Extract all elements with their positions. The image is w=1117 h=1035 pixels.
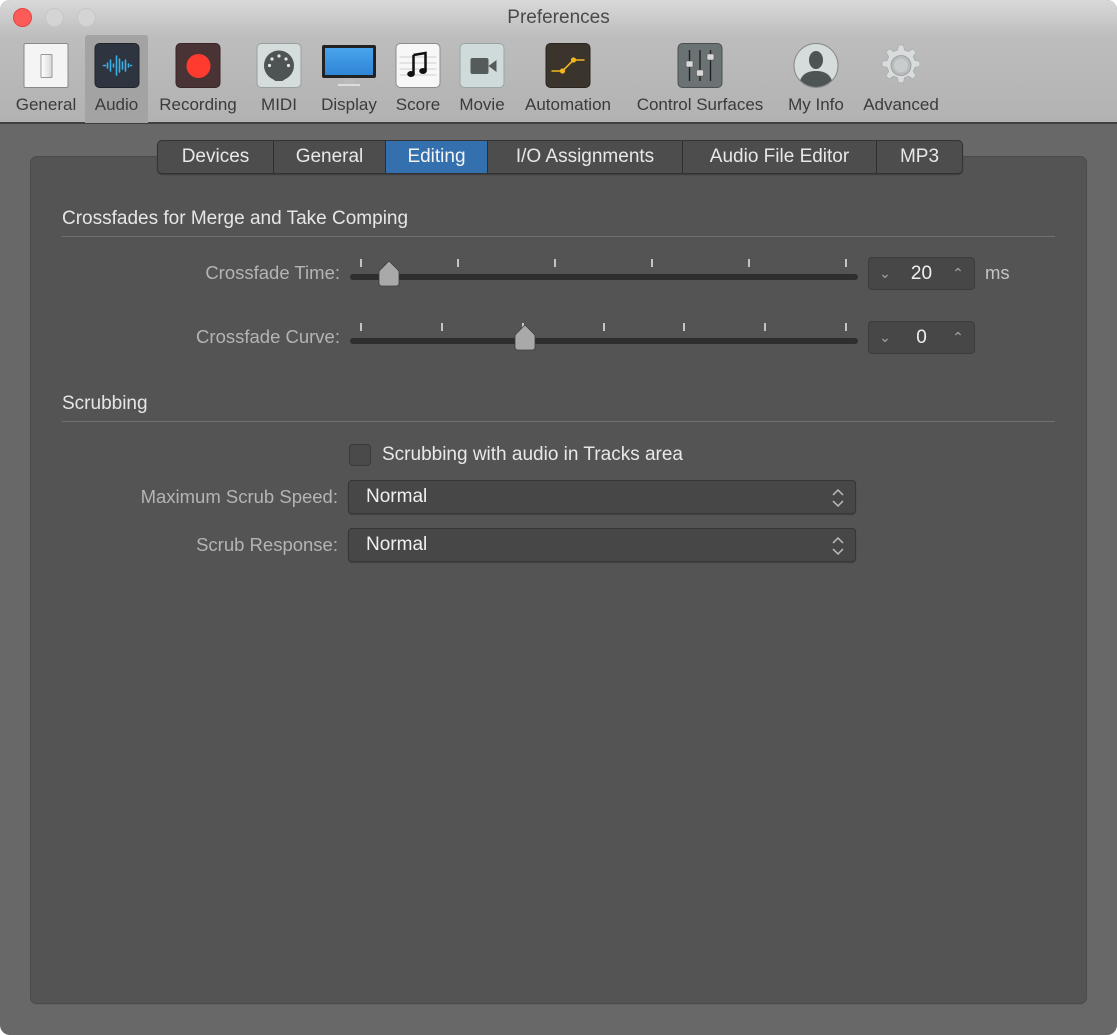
general-switch-icon [23,43,69,88]
toolbar-label: Display [321,95,377,114]
crossfade-curve-value[interactable]: 0 [897,322,946,353]
crossfade-curve-label: Crossfade Curve: [196,326,340,347]
section-divider [62,236,1055,237]
scrub-response-label: Scrub Response: [196,534,338,555]
toolbar-label: Audio [94,95,139,114]
up-down-chevron-icon [832,488,844,508]
slider-tick [651,259,653,267]
toolbar-label: Recording [159,95,237,114]
toolbar-label: MIDI [261,95,297,114]
toolbar-label: My Info [788,95,844,114]
toolbar-label: Score [395,95,441,114]
slider-tick [748,259,750,267]
toolbar-label: General [15,95,77,114]
audio-waveform-icon [94,43,139,88]
max-scrub-speed-popup[interactable]: Normal [348,480,856,514]
toolbar-label: Advanced [863,95,939,114]
faders-icon [677,43,723,88]
slider-thumb[interactable] [378,260,400,287]
tab-io-assignments[interactable]: I/O Assignments [488,141,683,173]
increment-chevron-up-icon[interactable]: ⌃ [944,322,972,353]
crossfade-time-label: Crossfade Time: [205,262,340,283]
slider-tick [554,259,556,267]
tab-mp3[interactable]: MP3 [877,141,962,173]
gear-icon [879,43,924,88]
scrub-response-popup[interactable]: Normal [348,528,856,562]
crossfade-time-stepper[interactable]: ⌄ 20 ⌃ [868,257,975,290]
slider-tick [602,323,605,331]
scrubbing-audio-checkbox-label[interactable]: Scrubbing with audio in Tracks area [382,444,683,466]
slider-tick [360,259,362,267]
automation-icon [545,43,591,88]
score-note-icon [395,43,441,88]
crossfades-section-title: Crossfades for Merge and Take Comping [62,208,409,229]
toolbar-label: Control Surfaces [636,95,764,114]
movie-camera-icon [459,43,505,88]
toolbar-item-general[interactable]: General [8,35,84,123]
slider-track [350,338,858,344]
window-title: Preferences [507,7,610,28]
display-monitor-icon [322,43,376,88]
toolbar-label: Automation [525,95,611,114]
toolbar-item-recording[interactable]: Recording [153,35,243,123]
toolbar-item-score[interactable]: Score [391,35,445,123]
midi-connector-icon [256,43,302,88]
crossfade-time-unit: ms [985,262,1010,283]
toolbar-item-my-info[interactable]: My Info [780,35,852,123]
crossfade-time-value[interactable]: 20 [897,258,946,289]
toolbar-item-control-surfaces[interactable]: Control Surfaces [626,35,774,123]
slider-tick [845,259,847,267]
crossfade-curve-slider[interactable] [348,319,858,359]
scrub-response-value: Normal [366,534,428,555]
slider-tick [683,323,686,331]
toolbar-item-audio[interactable]: Audio [85,35,148,123]
slider-tick [845,323,847,331]
increment-chevron-up-icon[interactable]: ⌃ [944,258,972,289]
tab-bar: Devices General Editing I/O Assignments … [157,140,963,174]
slider-tick [457,259,459,267]
user-silhouette-icon [793,43,839,88]
section-divider [62,421,1055,422]
tab-general[interactable]: General [274,141,386,173]
toolbar-item-display[interactable]: Display [314,35,384,123]
toolbar-item-midi[interactable]: MIDI [253,35,305,123]
preferences-window: Preferences General Audio Recording MIDI… [0,0,1117,1035]
tab-devices[interactable]: Devices [158,141,274,173]
toolbar-item-movie[interactable]: Movie [454,35,510,123]
record-icon [175,43,221,88]
scrubbing-audio-checkbox[interactable] [349,444,371,466]
decrement-chevron-down-icon[interactable]: ⌄ [871,258,899,289]
toolbar-item-advanced[interactable]: Advanced [856,35,946,123]
toolbar-item-automation[interactable]: Automation [518,35,618,123]
slider-tick [360,323,362,331]
max-scrub-speed-label: Maximum Scrub Speed: [140,486,338,507]
slider-thumb[interactable] [514,324,536,351]
crossfade-curve-stepper[interactable]: ⌄ 0 ⌃ [868,321,975,354]
toolbar-label: Movie [459,95,505,114]
scrubbing-section-title: Scrubbing [62,393,148,414]
toolbar: Preferences General Audio Recording MIDI… [0,0,1117,124]
decrement-chevron-down-icon[interactable]: ⌄ [871,322,899,353]
slider-track [350,274,858,280]
tab-audio-file-editor[interactable]: Audio File Editor [683,141,877,173]
max-scrub-speed-value: Normal [366,486,428,507]
slider-tick [764,323,767,331]
tab-editing[interactable]: Editing [386,141,488,173]
slider-tick [440,323,443,331]
up-down-chevron-icon [832,536,844,556]
crossfade-time-slider[interactable] [348,255,858,295]
